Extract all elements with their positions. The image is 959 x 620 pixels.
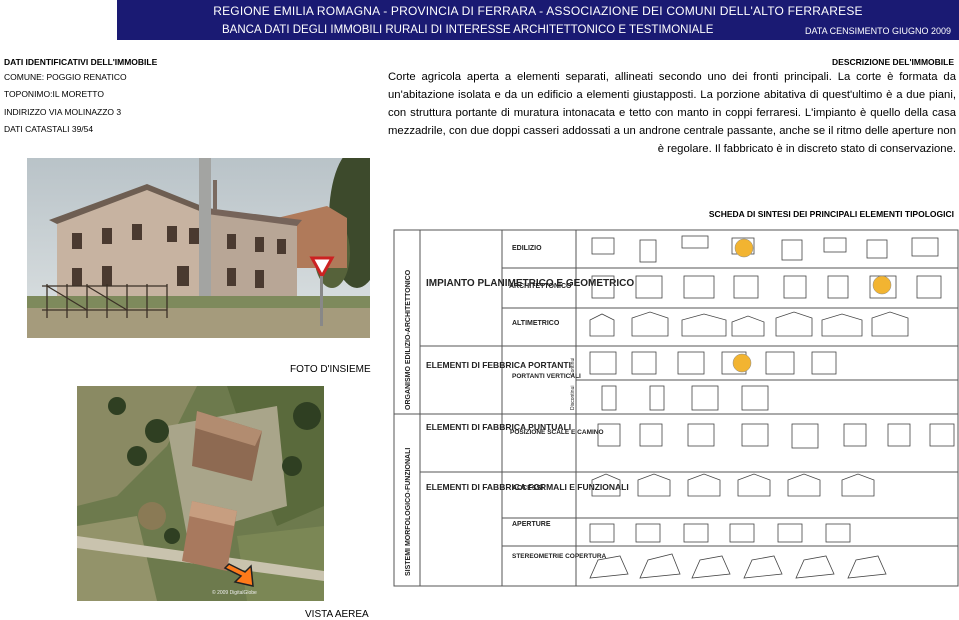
- photo-caption: FOTO D'INSIEME: [290, 364, 371, 375]
- ident-indirizzo: INDIRIZZO VIA MOLINAZZO 3: [4, 107, 122, 117]
- row-discontinui: Discontinui: [570, 386, 576, 410]
- description-title: DESCRIZIONE DEL'IMMOBILE: [832, 57, 954, 67]
- schema-title: SCHEDA DI SINTESI DEI PRINCIPALI ELEMENT…: [708, 209, 954, 219]
- row-aperture: APERTURE: [512, 521, 551, 528]
- row-continui: Continui: [570, 358, 576, 376]
- typology-sketches: [589, 235, 955, 579]
- ident-title: DATI IDENTIFICATIVI DELL'IMMOBILE: [4, 57, 158, 67]
- row-architettonico: ARCHITETTONICO: [509, 283, 572, 290]
- aerial-view: © 2009 DigitalGlobe: [77, 386, 324, 601]
- ident-comune: COMUNE: POGGIO RENATICO: [4, 72, 127, 82]
- census-date: DATA CENSIMENTO GIUGNO 2009: [804, 26, 951, 36]
- schema-side-top: ORGANISMO EDILIZIO-ARCHITETTONICO: [405, 269, 412, 410]
- row-stereometrie: STEREOMETRIE COPERTURA: [512, 553, 607, 560]
- row-posizione: POSIZIONE SCALE E CAMINO: [510, 429, 604, 436]
- schema-chart: ORGANISMO EDILIZIO-ARCHITETTONICO SISTEM…: [392, 228, 959, 588]
- highlight-portanti: [732, 353, 752, 373]
- ident-catastali: DATI CATASTALI 39/54: [4, 124, 94, 134]
- aerial-credit: © 2009 DigitalGlobe: [212, 589, 257, 596]
- header-subtitle: BANCA DATI DEGLI IMMOBILI RURALI DI INTE…: [222, 24, 714, 36]
- aerial-caption: VISTA AEREA: [305, 609, 369, 620]
- highlight-architettonico: [872, 275, 892, 295]
- description-text: Corte agricola aperta a elementi separat…: [388, 71, 956, 155]
- row-accessi: ACCESSI: [512, 485, 543, 492]
- schema-group2: ELEMENTI DI FEBBRICA PORTANTI: [426, 360, 571, 370]
- row-edilizio: EDILIZIO: [512, 245, 542, 252]
- header-title: REGIONE EMILIA ROMAGNA - PROVINCIA DI FE…: [213, 4, 863, 18]
- row-altimetrico: ALTIMETRICO: [512, 320, 560, 327]
- highlight-edilizio: [734, 238, 754, 258]
- schema-side-bottom: SISTEMI MORFOLOGICO-FUNZIONALI: [405, 448, 412, 576]
- ident-toponimo: TOPONIMO:IL MORETTO: [4, 89, 104, 99]
- overview-photo: [27, 158, 370, 338]
- header-banner: REGIONE EMILIA ROMAGNA - PROVINCIA DI FE…: [117, 0, 959, 40]
